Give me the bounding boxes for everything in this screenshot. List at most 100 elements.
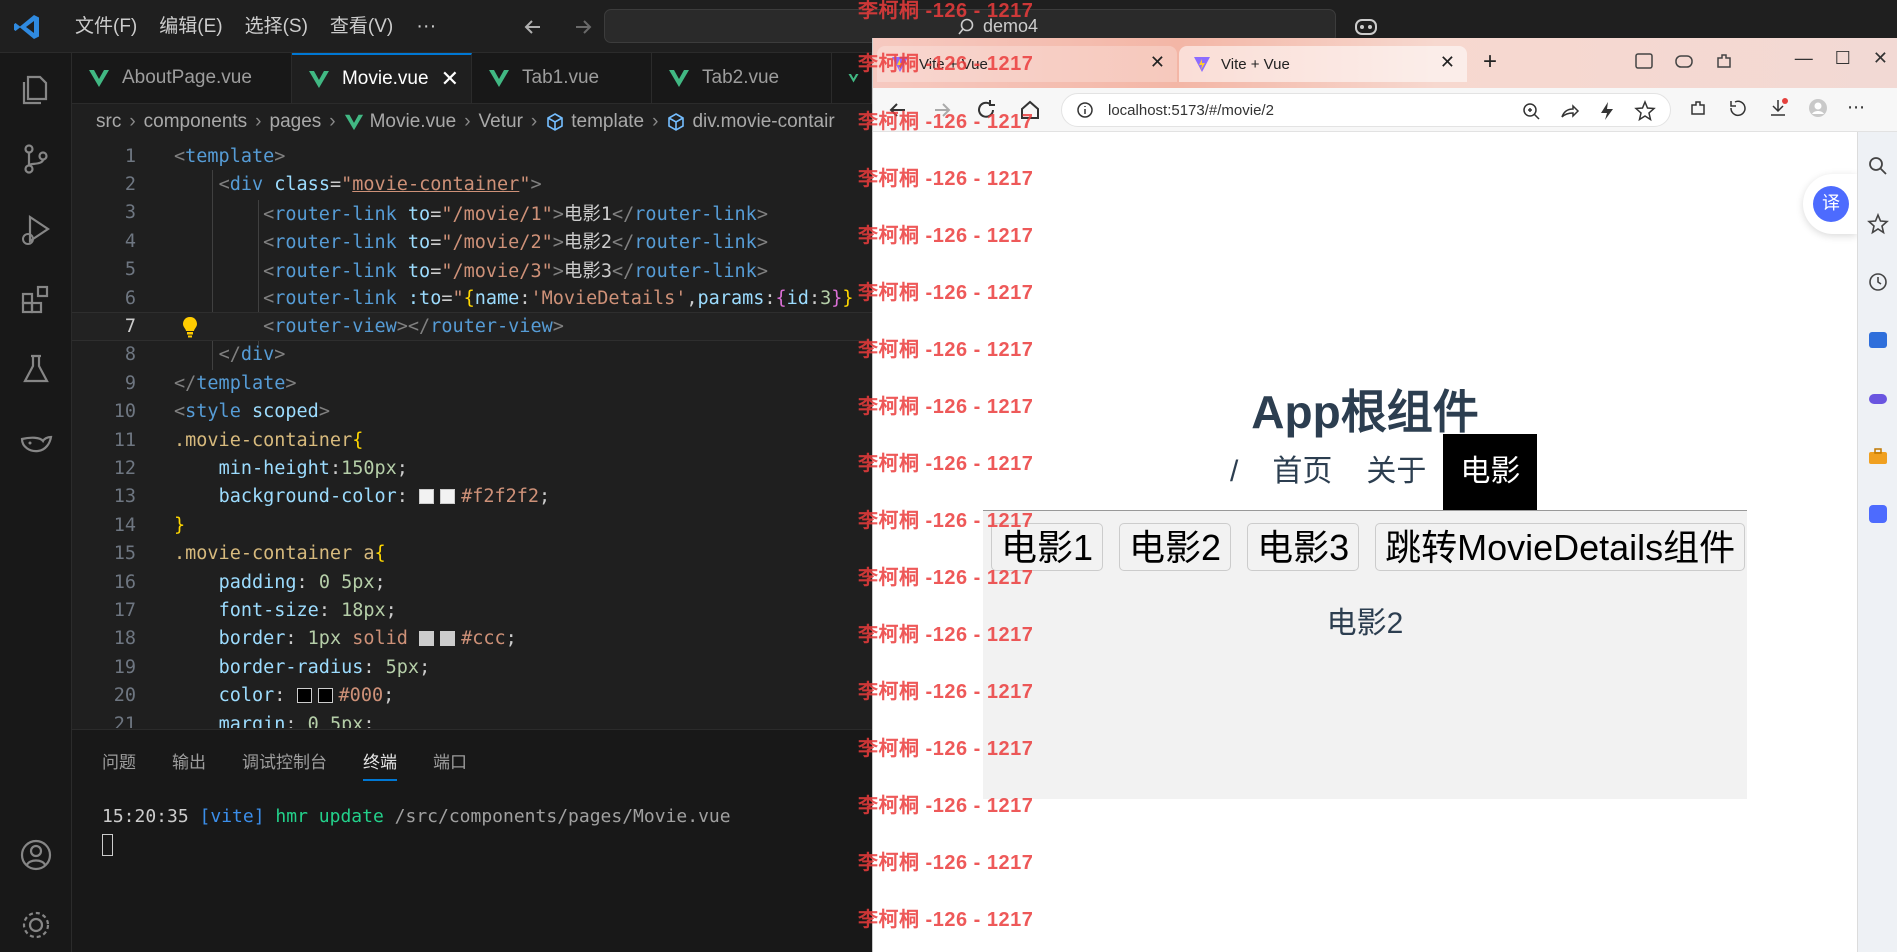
menu-file[interactable]: 文件(F) (64, 9, 148, 45)
testing-flask-icon[interactable] (16, 349, 56, 389)
close-icon[interactable]: ✕ (1150, 52, 1165, 73)
new-tab-button[interactable]: + (1483, 48, 1497, 76)
account-icon[interactable] (16, 835, 56, 875)
tab-aboutpage[interactable]: AboutPage.vue (72, 53, 292, 103)
color-swatch[interactable] (440, 631, 456, 647)
close-icon[interactable]: ✕ (1873, 48, 1888, 69)
line-number: 1 (124, 145, 136, 167)
panel-tab-output[interactable]: 输出 (172, 748, 206, 773)
color-swatch[interactable] (419, 631, 435, 647)
breadcrumb-item[interactable]: Movie.vue (370, 111, 457, 133)
address-bar[interactable]: localhost:5173/#/movie/2 (1061, 93, 1671, 127)
code-line: 12 min-height:150px; (72, 454, 872, 482)
nav-link-about[interactable]: 关于 (1349, 434, 1443, 510)
explorer-files-icon[interactable] (16, 69, 56, 109)
breadcrumb-item[interactable]: div.movie-contair (692, 111, 834, 133)
watermark: 李柯桐 -126 - 1217 (858, 567, 1034, 589)
close-icon[interactable]: ✕ (441, 66, 459, 92)
activity-bar (0, 53, 72, 952)
color-swatch[interactable] (296, 688, 312, 704)
panel-tab-terminal[interactable]: 终端 (363, 748, 397, 781)
code-line: 17 font-size: 18px; (72, 596, 872, 624)
lightning-icon[interactable] (1596, 100, 1618, 122)
settings-gear-icon[interactable] (16, 905, 56, 945)
tab-label: Tab2.vue (702, 67, 780, 88)
breadcrumb-item[interactable]: template (571, 111, 644, 133)
source-control-icon[interactable] (16, 139, 56, 179)
menu-more-button[interactable]: ··· (404, 15, 448, 38)
menu-selection[interactable]: 选择(S) (234, 9, 319, 45)
star-icon[interactable] (1634, 100, 1656, 122)
movie-container: 电影1 电影2 电影3 跳转MovieDetails组件 电影2 (983, 511, 1747, 799)
panel-tab-problems[interactable]: 问题 (102, 748, 136, 773)
search-icon[interactable] (1866, 154, 1890, 178)
extensions-icon[interactable] (1687, 97, 1709, 119)
back-arrow-icon[interactable] (518, 12, 548, 42)
extension-puzzle-icon[interactable] (1713, 50, 1735, 72)
docker-whale-icon[interactable] (16, 419, 56, 459)
tab-movie[interactable]: Movie.vue ✕ (292, 53, 472, 103)
menu-view[interactable]: 查看(V) (319, 9, 404, 45)
panel-tab-ports[interactable]: 端口 (433, 748, 467, 773)
line-number: 9 (124, 372, 136, 394)
translate-float-button[interactable]: 译 (1803, 174, 1857, 234)
tab-tab2[interactable]: Tab2.vue (652, 53, 832, 103)
download-icon[interactable] (1767, 97, 1789, 119)
color-swatch[interactable] (419, 489, 435, 505)
vue-file-icon (344, 114, 363, 131)
nav-link-movie[interactable]: 电影 (1443, 434, 1538, 510)
translate-icon: 译 (1813, 186, 1849, 222)
info-icon[interactable] (1076, 101, 1094, 119)
game-controller-icon[interactable] (1866, 386, 1890, 410)
toolbox-icon[interactable] (1866, 444, 1890, 468)
code-line: 6 <router-link :to="{name:'MovieDetails'… (72, 284, 872, 312)
breadcrumb-item[interactable]: pages (270, 111, 322, 133)
browser-tab-active[interactable]: Vite + Vue ✕ (1179, 46, 1467, 82)
watermark: 李柯桐 -126 - 1217 (858, 168, 1034, 190)
favorites-star-icon[interactable] (1866, 212, 1890, 236)
movie-link-3[interactable]: 电影3 (1247, 523, 1360, 571)
zoom-icon[interactable] (1520, 100, 1542, 122)
chevron-right-icon: › (329, 111, 336, 132)
watermark: 李柯桐 -126 - 1217 (858, 282, 1034, 304)
translate-icon[interactable] (1866, 502, 1890, 526)
share-icon[interactable] (1558, 100, 1580, 122)
color-swatch[interactable] (317, 688, 333, 704)
profile-avatar-icon[interactable] (1807, 97, 1829, 119)
copilot-icon[interactable] (1352, 12, 1380, 40)
nav-link-home[interactable]: 首页 (1255, 434, 1349, 510)
code-line: 21 margin: 0 5px; (72, 710, 872, 728)
tab-tab1[interactable]: Tab1.vue (472, 53, 652, 103)
minimize-icon[interactable]: — (1795, 48, 1813, 69)
more-options-icon[interactable]: ⋯ (1847, 97, 1865, 119)
watermark: 李柯桐 -126 - 1217 (858, 0, 1034, 22)
extensions-icon[interactable] (16, 279, 56, 319)
history-back-icon[interactable] (1727, 97, 1749, 119)
breadcrumb: src › components › pages › Movie.vue › V… (72, 104, 872, 140)
split-screen-icon[interactable] (1633, 50, 1655, 72)
vue-file-icon (489, 70, 509, 87)
run-debug-icon[interactable] (16, 209, 56, 249)
menu-edit[interactable]: 编辑(E) (148, 9, 233, 45)
app-blue-icon[interactable] (1866, 328, 1890, 352)
color-swatch[interactable] (440, 489, 456, 505)
breadcrumb-item[interactable]: src (96, 111, 121, 133)
chevron-right-icon: › (652, 111, 659, 132)
watermark: 李柯桐 -126 - 1217 (858, 453, 1034, 475)
terminal-vite-tag: [vite] (199, 806, 265, 827)
breadcrumb-item[interactable]: Vetur (479, 111, 523, 133)
terminal-cursor[interactable] (102, 834, 113, 856)
nav-link-root[interactable]: / (1213, 434, 1255, 510)
copilot-icon[interactable] (1673, 50, 1695, 72)
code-editor[interactable]: 1 <template> 2 <div class="movie-containe… (72, 140, 872, 728)
movie-link-2[interactable]: 电影2 (1119, 523, 1232, 571)
history-clock-icon[interactable] (1866, 270, 1890, 294)
movie-details-link[interactable]: 跳转MovieDetails组件 (1375, 523, 1746, 571)
breadcrumb-item[interactable]: components (144, 111, 248, 133)
forward-arrow-icon[interactable] (568, 12, 598, 42)
maximize-icon[interactable]: ☐ (1835, 48, 1851, 69)
close-icon[interactable]: ✕ (1440, 52, 1455, 73)
code-line: 2 <div class="movie-container"> (72, 170, 872, 198)
watermark: 李柯桐 -126 - 1217 (858, 852, 1034, 874)
panel-tab-debug-console[interactable]: 调试控制台 (242, 748, 327, 773)
